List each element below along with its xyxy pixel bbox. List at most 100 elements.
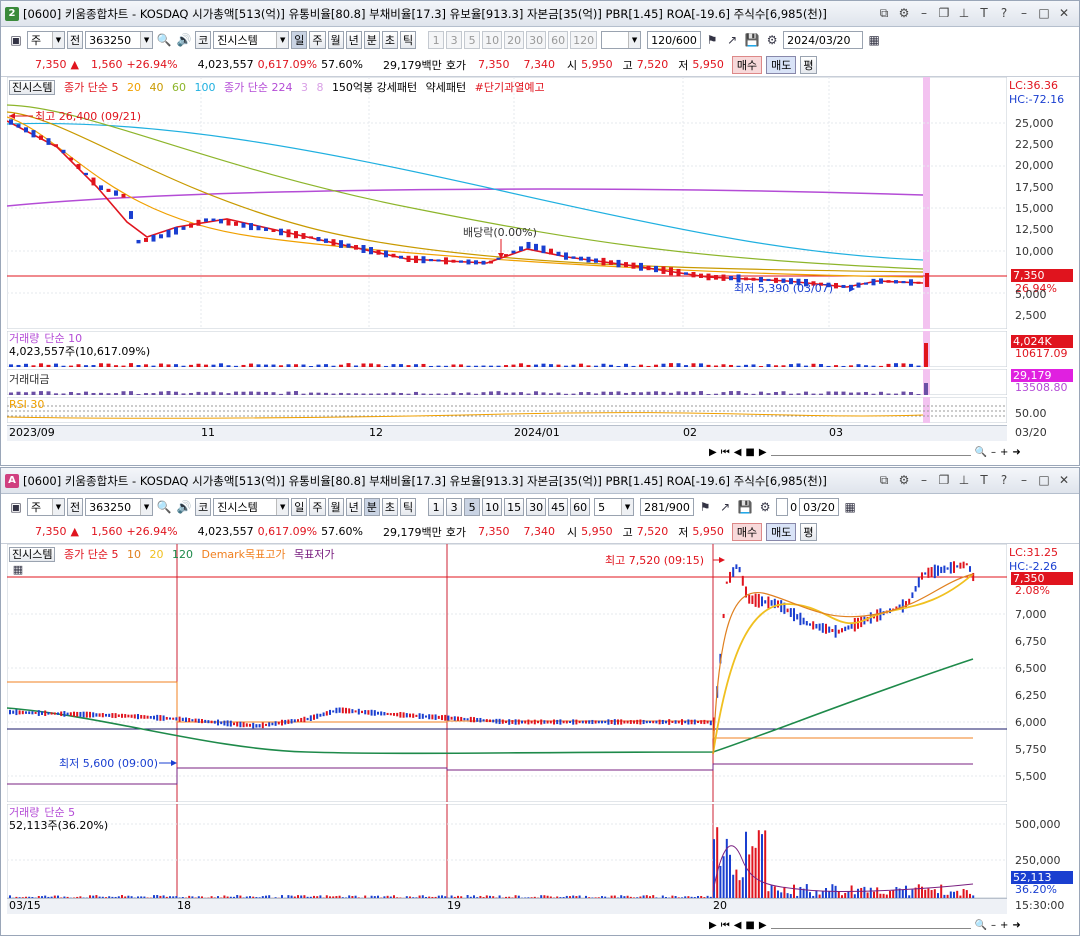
period-week[interactable]: 주 — [309, 498, 326, 516]
period-minute[interactable]: 분 — [363, 31, 380, 49]
period-tick[interactable]: 틱 — [400, 31, 417, 49]
link-icon[interactable]: ⧉ — [877, 473, 891, 488]
scroll-right-icon[interactable]: ▶ — [709, 920, 717, 931]
interval-10[interactable]: 10 — [482, 31, 503, 49]
config-icon[interactable]: ⚙ — [763, 31, 781, 49]
stop-icon[interactable]: ■ — [745, 920, 754, 931]
maximize-icon[interactable]: □ — [1037, 473, 1051, 488]
legend-ma40[interactable]: 40 — [149, 81, 163, 94]
draw-icon[interactable]: ↗ — [723, 31, 741, 49]
font-icon[interactable]: T — [977, 473, 991, 488]
settings-icon[interactable]: ⚙ — [897, 6, 911, 21]
interval-45[interactable]: 45 — [548, 498, 569, 516]
legend-ma5[interactable]: 종가 단순 5 — [64, 548, 118, 561]
help-icon[interactable]: ? — [997, 6, 1011, 21]
system-select[interactable]: 진시스템 ▼ — [213, 498, 290, 516]
period-year[interactable]: 년 — [345, 31, 362, 49]
legend-ma10[interactable]: 10 — [127, 548, 141, 561]
layout-icon[interactable]: ▣ — [7, 31, 25, 49]
sell-button[interactable]: 매도 — [766, 55, 797, 74]
minimize-all-icon[interactable]: – — [917, 473, 931, 488]
legend-ma120[interactable]: 120 — [172, 548, 193, 561]
prev-icon[interactable]: ◀ — [734, 920, 742, 931]
interval-60[interactable]: 60 — [570, 498, 591, 516]
legend-weak-pattern[interactable]: 약세패턴 — [426, 81, 466, 94]
market-button[interactable]: 코 — [195, 498, 212, 516]
search-icon[interactable]: 🔍 — [975, 447, 987, 458]
scroll-right-icon[interactable]: ▶ — [709, 447, 717, 458]
sound-icon[interactable]: 🔊 — [175, 31, 193, 49]
calendar-icon[interactable]: ▦ — [865, 31, 883, 49]
arrow-icon[interactable]: ➜ — [1012, 920, 1020, 931]
type-select[interactable]: 주 ▼ — [27, 498, 65, 516]
avg-button[interactable]: 평 — [800, 522, 817, 541]
period-month[interactable]: 월 — [327, 498, 344, 516]
custom-interval[interactable]: 5 ▼ — [594, 498, 635, 516]
prev-button[interactable]: 전 — [67, 31, 84, 49]
count-input[interactable]: 281/900 — [640, 498, 695, 516]
custom-interval[interactable]: ▼ — [601, 31, 642, 49]
legend-ma5[interactable]: 종가 단순 5 — [64, 81, 118, 94]
interval-3[interactable]: 3 — [446, 498, 463, 516]
interval-20[interactable]: 20 — [504, 31, 525, 49]
restore-icon[interactable]: ❐ — [937, 473, 951, 488]
minimize-icon[interactable]: – — [1017, 6, 1031, 21]
interval-5[interactable]: 5 — [464, 31, 481, 49]
indicator-icon[interactable]: ⚑ — [696, 498, 714, 516]
arrow-icon[interactable]: ➜ — [1012, 447, 1020, 458]
legend-ma100[interactable]: 100 — [194, 81, 215, 94]
legend-strong-pattern[interactable]: 150억봉 강세패턴 — [332, 81, 417, 94]
stop-icon[interactable]: ■ — [745, 447, 754, 458]
legend-ma20[interactable]: 20 — [149, 548, 163, 561]
price-chart-minute[interactable]: 최고 7,520 (09:15) 최저 5,600 (09:00) — [7, 544, 1007, 802]
amount-chart-daily[interactable] — [7, 369, 1007, 395]
interval-15[interactable]: 15 — [504, 498, 525, 516]
layout-icon[interactable]: ▣ — [7, 498, 25, 516]
system-select[interactable]: 진시스템 ▼ — [213, 31, 290, 49]
maximize-icon[interactable]: □ — [1037, 6, 1051, 21]
date-input[interactable]: 03/20 — [799, 498, 840, 516]
draw-icon[interactable]: ↗ — [716, 498, 734, 516]
market-button[interactable]: 코 — [195, 31, 212, 49]
sell-button[interactable]: 매도 — [766, 522, 797, 541]
font-icon[interactable]: T — [977, 6, 991, 21]
minus-icon[interactable]: – — [991, 447, 996, 458]
period-month[interactable]: 월 — [327, 31, 344, 49]
interval-60[interactable]: 60 — [548, 31, 569, 49]
period-tick[interactable]: 틱 — [400, 498, 417, 516]
legend-ma60[interactable]: 60 — [172, 81, 186, 94]
period-second[interactable]: 초 — [381, 31, 398, 49]
legend-alert[interactable]: #단기과열예고 — [475, 81, 545, 94]
legend-system[interactable]: 진시스템 — [9, 79, 56, 95]
volume-chart-minute[interactable] — [7, 804, 1007, 898]
legend-system[interactable]: 진시스템 — [9, 546, 56, 562]
buy-button[interactable]: 매수 — [731, 55, 763, 74]
date-input[interactable]: 2024/03/20 — [783, 31, 864, 49]
close-icon[interactable]: ✕ — [1057, 6, 1071, 21]
interval-10[interactable]: 10 — [482, 498, 503, 516]
search-icon[interactable]: 🔍 — [155, 31, 173, 49]
period-year[interactable]: 년 — [345, 498, 362, 516]
first-icon[interactable]: ⏮ — [721, 447, 730, 458]
indicator-icon[interactable]: ⚑ — [703, 31, 721, 49]
pin-icon[interactable]: ⊥ — [957, 6, 971, 21]
type-select[interactable]: 주 ▼ — [27, 31, 65, 49]
minimize-icon[interactable]: – — [1017, 473, 1031, 488]
sound-icon[interactable]: 🔊 — [175, 498, 193, 516]
period-day[interactable]: 일 — [291, 498, 308, 516]
checkbox[interactable] — [776, 498, 789, 516]
interval-30[interactable]: 30 — [526, 498, 547, 516]
legend-ma20[interactable]: 20 — [127, 81, 141, 94]
link-icon[interactable]: ⧉ — [877, 6, 891, 21]
save-icon[interactable]: 💾 — [736, 498, 754, 516]
next-icon[interactable]: ▶ — [759, 447, 767, 458]
minus-icon[interactable]: – — [991, 920, 996, 931]
next-icon[interactable]: ▶ — [759, 920, 767, 931]
interval-5[interactable]: 5 — [464, 498, 481, 516]
close-icon[interactable]: ✕ — [1057, 473, 1071, 488]
first-icon[interactable]: ⏮ — [721, 920, 730, 931]
code-input[interactable]: 363250 ▼ — [85, 498, 154, 516]
period-minute[interactable]: 분 — [363, 498, 380, 516]
plus-icon[interactable]: + — [1000, 447, 1008, 458]
grid-icon[interactable]: ▦ — [11, 562, 25, 576]
